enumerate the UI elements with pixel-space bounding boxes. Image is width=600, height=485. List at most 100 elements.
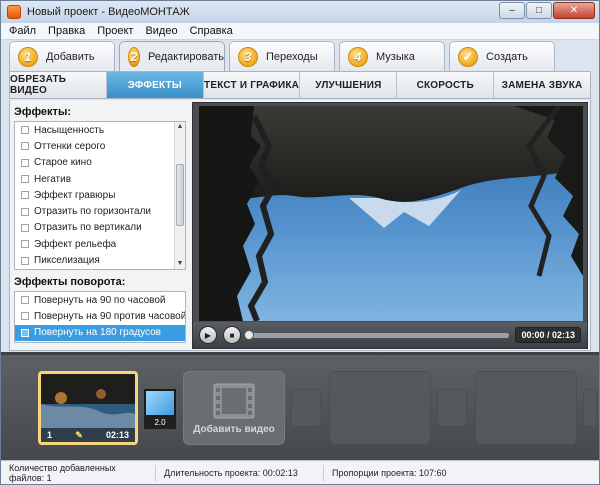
time-readout: 00:00 / 02:13 (515, 327, 581, 343)
checkbox[interactable] (21, 296, 29, 305)
list-item-label: Пикселизация (34, 255, 100, 267)
step-number-badge: 3 (238, 46, 258, 67)
list-item[interactable]: Отразить по горизонтали (15, 203, 185, 219)
empty-clip-slot[interactable] (475, 371, 577, 445)
player-controls: ▶ ■ 00:00 / 02:13 (193, 322, 587, 348)
empty-clip-slot[interactable] (329, 371, 431, 445)
list-item[interactable]: Оттенки серого (15, 138, 185, 154)
step-tab-transitions[interactable]: 3 Переходы (229, 41, 335, 71)
step-number-badge: 2 (128, 47, 140, 67)
playback-slider[interactable] (244, 329, 510, 340)
maximize-button[interactable]: □ (526, 2, 552, 19)
list-item[interactable]: Отразить по вертикали (15, 220, 185, 236)
play-icon[interactable]: ▶ (199, 326, 217, 344)
transition-thumbnail (144, 389, 176, 417)
empty-transition-slot[interactable] (583, 389, 597, 427)
checkbox[interactable] (21, 175, 29, 184)
checkbox[interactable] (21, 256, 29, 265)
effects-scrollbar[interactable]: ▲ ▼ (174, 122, 185, 269)
step-tab-music[interactable]: 4 Музыка (339, 41, 445, 71)
list-item[interactable]: Повернуть на 90 против часовой (15, 308, 185, 324)
list-item-label: Отразить по горизонтали (34, 206, 152, 218)
subtab-effects[interactable]: ЭФФЕКТЫ (106, 72, 204, 98)
playback-slider-knob[interactable] (244, 329, 254, 340)
subtab-enhancements[interactable]: УЛУЧШЕНИЯ (300, 72, 398, 98)
video-preview[interactable] (199, 106, 583, 321)
transition-duration: 2.0 (144, 417, 176, 429)
checkbox[interactable] (21, 158, 29, 167)
subtab-text-graphics[interactable]: ТЕКСТ И ГРАФИКА (204, 72, 301, 98)
list-item[interactable]: Старое кино (15, 155, 185, 171)
effects-list: Насыщенность Оттенки серого Старое кино … (14, 121, 186, 270)
checkbox[interactable] (21, 328, 29, 337)
app-logo-icon (7, 5, 21, 19)
step-tab-create[interactable]: ✓ Создать (449, 41, 555, 71)
edit-subtabs: ОБРЕЗАТЬ ВИДЕО ЭФФЕКТЫ ТЕКСТ И ГРАФИКА У… (9, 71, 591, 99)
effects-panel: Эффекты: Насыщенность Оттенки серого Ста… (14, 106, 186, 348)
menu-project[interactable]: Проект (97, 25, 133, 37)
list-item-label: Насыщенность (34, 124, 105, 136)
status-bar: Количество добавленных файлов: 1 Длитель… (1, 460, 599, 484)
checkbox[interactable] (21, 191, 29, 200)
menu-edit[interactable]: Правка (48, 25, 85, 37)
title-bar[interactable]: Новый проект - ВидеоМОНТАЖ – □ ✕ (1, 1, 599, 23)
close-button[interactable]: ✕ (553, 2, 595, 19)
checkmark-icon: ✓ (458, 46, 478, 67)
list-item-selected[interactable]: Повернуть на 180 градусов (15, 324, 185, 341)
window-controls: – □ ✕ (499, 2, 595, 19)
step-tabs: 1 Добавить 2 Редактировать 3 Переходы 4 … (9, 41, 591, 72)
checkbox[interactable] (21, 223, 29, 232)
checkbox[interactable] (21, 240, 29, 249)
storyboard: 1 ✎ 02:13 2.0 Добавить видео (1, 352, 599, 460)
step-tab-edit[interactable]: 2 Редактировать (119, 41, 225, 72)
video-player: ▶ ■ 00:00 / 02:13 (192, 102, 588, 349)
step-label: Добавить (46, 50, 95, 63)
checkbox[interactable] (21, 142, 29, 151)
list-item[interactable]: Эффект гравюры (15, 187, 185, 203)
list-item[interactable]: Эффект рельефа (15, 236, 185, 252)
list-item-label: Повернуть на 90 против часовой (34, 310, 186, 322)
step-number-badge: 4 (348, 46, 368, 67)
list-item[interactable]: Насыщенность (15, 122, 185, 138)
empty-transition-slot[interactable] (437, 389, 467, 427)
menu-video[interactable]: Видео (145, 25, 177, 37)
subtab-trim-video[interactable]: ОБРЕЗАТЬ ВИДЕО (10, 72, 107, 98)
checkbox[interactable] (21, 126, 29, 135)
minimize-button[interactable]: – (499, 2, 525, 19)
menu-file[interactable]: Файл (9, 25, 36, 37)
rotation-title: Эффекты поворота: (14, 276, 126, 288)
checkbox[interactable] (21, 207, 29, 216)
scroll-down-icon[interactable]: ▼ (175, 259, 185, 269)
step-label: Музыка (376, 50, 415, 63)
list-item-label: Повернуть на 180 градусов (34, 327, 161, 339)
subtab-speed[interactable]: СКОРОСТЬ (397, 72, 495, 98)
add-video-button[interactable]: Добавить видео (183, 371, 285, 445)
list-item[interactable]: Повернуть на 90 по часовой (15, 292, 185, 308)
list-item-label: Эффект рельефа (34, 238, 117, 250)
status-file-count: Количество добавленных файлов: 1 (1, 463, 156, 483)
video-frame-image (199, 106, 583, 321)
film-strip-icon (213, 383, 255, 418)
list-item[interactable]: Негатив (15, 171, 185, 187)
video-clip-thumbnail[interactable]: 1 ✎ 02:13 (38, 371, 138, 445)
list-item-label: Негатив (34, 173, 72, 185)
menu-help[interactable]: Справка (190, 25, 233, 37)
app-window: Новый проект - ВидеоМОНТАЖ – □ ✕ Файл Пр… (0, 0, 600, 485)
checkbox[interactable] (21, 312, 29, 321)
list-item-label: Повернуть на 90 по часовой (34, 294, 166, 306)
subtab-replace-audio[interactable]: ЗАМЕНА ЗВУКА (494, 72, 590, 98)
list-item[interactable]: Пикселизация (15, 252, 185, 268)
rotation-list: Повернуть на 90 по часовой Повернуть на … (14, 291, 186, 343)
list-item-label: Отразить по вертикали (34, 222, 142, 234)
edit-clip-icon[interactable]: ✎ (75, 430, 83, 441)
scroll-thumb[interactable] (176, 164, 184, 226)
empty-transition-slot[interactable] (291, 389, 321, 427)
transition-slot[interactable]: 2.0 (144, 389, 178, 431)
scroll-up-icon[interactable]: ▲ (175, 122, 185, 132)
clip-index: 1 (47, 430, 53, 440)
list-item-label: Старое кино (34, 157, 92, 169)
clip-info-bar: 1 ✎ 02:13 (41, 428, 135, 442)
stop-icon[interactable]: ■ (223, 326, 241, 344)
step-tab-add[interactable]: 1 Добавить (9, 41, 115, 71)
step-number-badge: 1 (18, 46, 38, 67)
